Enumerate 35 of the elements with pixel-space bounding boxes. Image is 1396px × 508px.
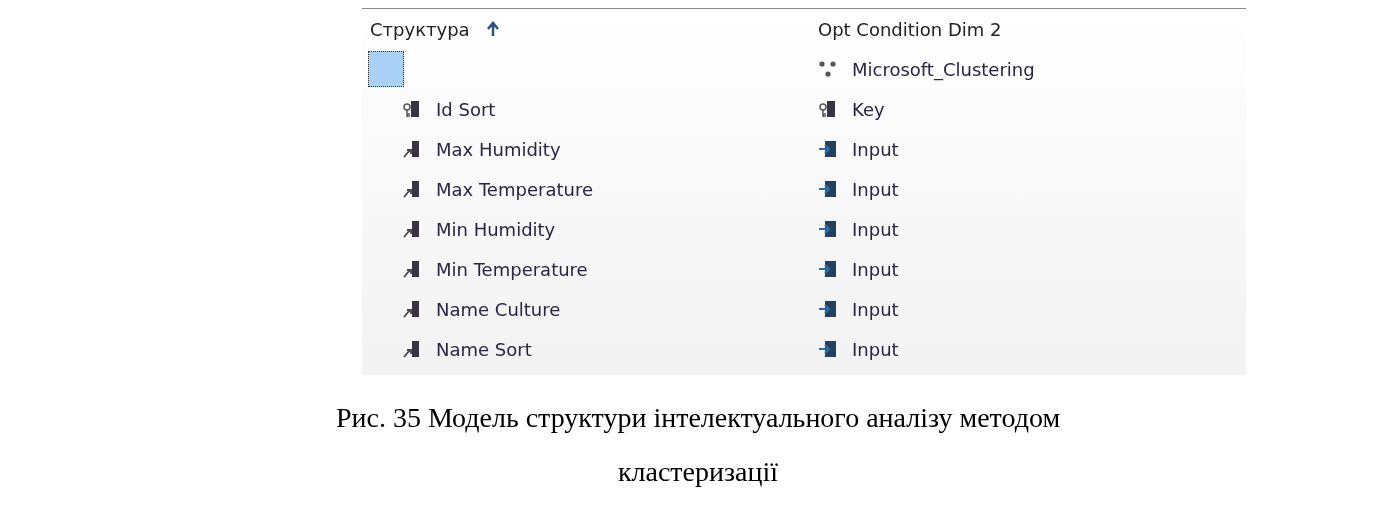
usage-value[interactable]: Input	[852, 175, 899, 203]
input-icon	[818, 299, 838, 319]
input-icon	[818, 179, 838, 199]
cluster-icon	[818, 59, 838, 79]
usage-value[interactable]: Input	[852, 335, 899, 363]
input-icon	[818, 259, 838, 279]
usage-value[interactable]: Input	[852, 295, 899, 323]
input-icon	[818, 339, 838, 359]
structure-column-name[interactable]: Min Temperature	[436, 255, 588, 283]
column-icon	[402, 299, 422, 319]
structure-column-name[interactable]: Id Sort	[436, 95, 496, 123]
sort-arrow-icon[interactable]	[485, 21, 500, 37]
input-icon	[818, 219, 838, 239]
column-icon	[402, 339, 422, 359]
column-icon	[402, 259, 422, 279]
figure-caption: Рис. 35 Модель структури інтелектуального аналізу методом кластеризації	[334, 401, 1062, 489]
structure-column-name[interactable]: Name Sort	[436, 335, 532, 363]
structure-column-name[interactable]: Max Temperature	[436, 175, 593, 203]
structure-column-name[interactable]: Name Culture	[436, 295, 561, 323]
usage-value[interactable]: Input	[852, 215, 899, 243]
column-header[interactable]: Структура	[370, 15, 470, 43]
column-icon	[402, 139, 422, 159]
structure-column-name[interactable]: Min Humidity	[436, 215, 556, 243]
usage-value[interactable]: Input	[852, 255, 899, 283]
key-column-icon	[818, 99, 838, 119]
structure-column-name[interactable]: Max Humidity	[436, 135, 561, 163]
key-column-icon	[402, 99, 422, 119]
usage-value[interactable]: Microsoft_Clustering	[852, 55, 1035, 83]
column-icon	[402, 219, 422, 239]
column-icon	[402, 179, 422, 199]
usage-value[interactable]: Input	[852, 135, 899, 163]
usage-value[interactable]: Key	[852, 95, 885, 123]
model-node[interactable]	[368, 51, 404, 87]
input-icon	[818, 139, 838, 159]
column-header[interactable]: Opt Condition Dim 2	[818, 15, 1002, 43]
